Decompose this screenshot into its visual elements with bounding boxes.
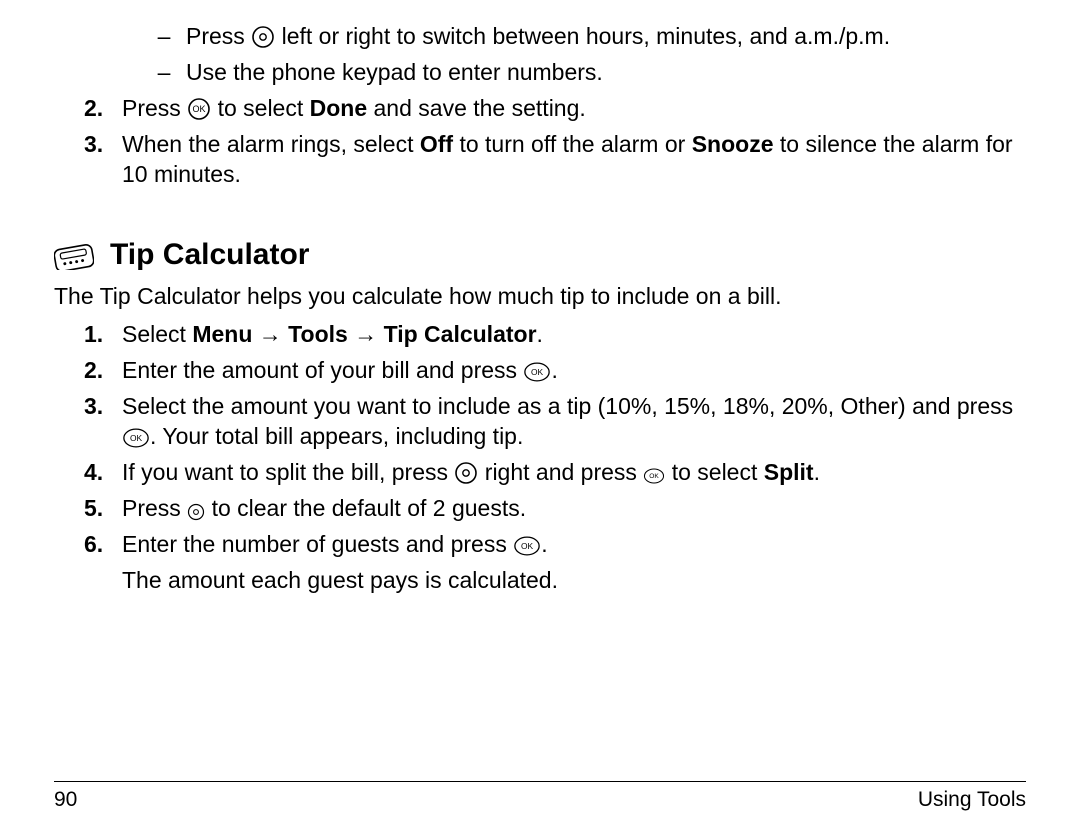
section-heading-text: Tip Calculator: [110, 235, 309, 274]
bold-text: Tip Calculator: [384, 321, 537, 347]
calculator-icon: [54, 240, 94, 270]
bold-text: Off: [420, 131, 453, 157]
sub-bullet-text: Use the phone keypad to enter numbers.: [186, 58, 1026, 88]
ok-oval-sm-icon: [643, 467, 665, 485]
ok-circle-sm-icon: [187, 97, 211, 121]
step-number: 4.: [84, 458, 122, 488]
step-item: 1.Select Menu → Tools → Tip Calculator.: [84, 320, 1026, 350]
ok-oval-icon: [523, 361, 551, 383]
nav-ring-icon: [454, 461, 478, 485]
step-text: Select the amount you want to include as…: [122, 392, 1026, 452]
step-item: 2.Enter the amount of your bill and pres…: [84, 356, 1026, 386]
dash-marker: –: [142, 22, 186, 52]
step-number: 2.: [84, 94, 122, 124]
step-after: The amount each guest pays is calculated…: [84, 566, 1026, 596]
bold-text: Done: [310, 95, 368, 121]
sub-bullet-text: Press left or right to switch between ho…: [186, 22, 1026, 52]
step-text: If you want to split the bill, press rig…: [122, 458, 1026, 488]
dash-marker: –: [142, 58, 186, 88]
nav-ring-sm-icon: [187, 503, 205, 521]
step-text: Enter the number of guests and press .: [122, 530, 1026, 560]
step-number: 3.: [84, 392, 122, 452]
section-heading: Tip Calculator: [54, 235, 1026, 274]
document-page: –Press left or right to switch between h…: [0, 0, 1080, 595]
step-number: 2.: [84, 356, 122, 386]
step-text: Press to select Done and save the settin…: [122, 94, 1026, 124]
step-after-text: The amount each guest pays is calculated…: [122, 566, 1026, 596]
tip-step-list: 1.Select Menu → Tools → Tip Calculator.2…: [54, 320, 1026, 595]
sub-bullet: –Press left or right to switch between h…: [142, 22, 1026, 52]
nav-ring-icon: [251, 25, 275, 49]
arrow-icon: →: [354, 321, 377, 347]
bold-text: Menu: [192, 321, 252, 347]
step-number: 1.: [84, 320, 122, 350]
step-item: 4.If you want to split the bill, press r…: [84, 458, 1026, 488]
step-text: When the alarm rings, select Off to turn…: [122, 130, 1026, 190]
ok-oval-icon: [513, 535, 541, 557]
step-number: 3.: [84, 130, 122, 190]
footer-section: Using Tools: [918, 788, 1026, 812]
step-item: 6.Enter the number of guests and press .: [84, 530, 1026, 560]
section-intro: The Tip Calculator helps you calculate h…: [54, 282, 1026, 312]
page-number: 90: [54, 788, 77, 812]
sub-bullet: –Use the phone keypad to enter numbers.: [142, 58, 1026, 88]
bold-text: Split: [764, 459, 814, 485]
step-item: 2.Press to select Done and save the sett…: [84, 94, 1026, 124]
page-footer: 90 Using Tools: [54, 781, 1026, 812]
step-item: 5.Press to clear the default of 2 guests…: [84, 494, 1026, 524]
sub-bullet-list: –Press left or right to switch between h…: [54, 22, 1026, 88]
bold-text: Tools: [288, 321, 348, 347]
ok-oval-icon: [122, 427, 150, 449]
step-text: Press to clear the default of 2 guests.: [122, 494, 1026, 524]
bold-text: Snooze: [692, 131, 774, 157]
step-item: 3.When the alarm rings, select Off to tu…: [84, 130, 1026, 190]
step-number: 6.: [84, 530, 122, 560]
step-text: Enter the amount of your bill and press …: [122, 356, 1026, 386]
top-step-list: 2.Press to select Done and save the sett…: [54, 94, 1026, 190]
arrow-icon: →: [259, 321, 282, 347]
step-item: 3.Select the amount you want to include …: [84, 392, 1026, 452]
step-number: 5.: [84, 494, 122, 524]
step-text: Select Menu → Tools → Tip Calculator.: [122, 320, 1026, 350]
